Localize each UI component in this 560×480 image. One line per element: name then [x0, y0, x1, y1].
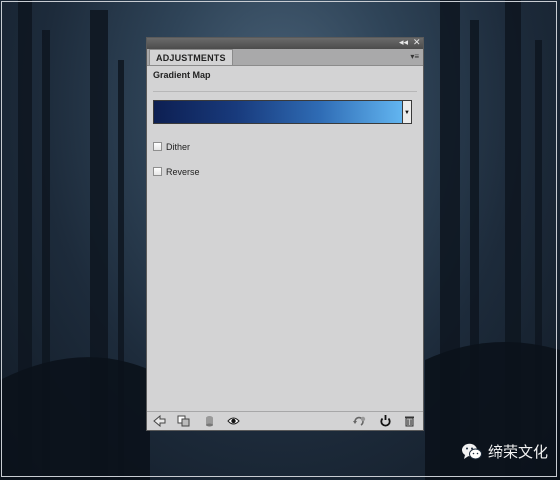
panel-toolbar [147, 411, 423, 430]
adjustment-title: Gradient Map [153, 70, 211, 80]
dither-label: Dither [166, 142, 191, 152]
tab-row: ADJUSTMENTS ▾≡ [147, 49, 423, 66]
clip-to-layer-icon[interactable] [177, 415, 190, 427]
tab-adjustments[interactable]: ADJUSTMENTS [149, 49, 233, 65]
dither-checkbox[interactable] [153, 142, 162, 151]
panel-titlebar[interactable]: ◂◂ ✕ [147, 38, 423, 49]
watermark: 缔荣文化 [461, 441, 553, 463]
layer-mask-icon[interactable] [203, 415, 216, 427]
panel-menu-icon[interactable]: ▾≡ [410, 52, 419, 62]
previous-state-icon[interactable] [353, 415, 366, 427]
back-arrow-icon[interactable] [153, 415, 166, 427]
divider [153, 91, 417, 92]
close-icon[interactable]: ✕ [413, 37, 421, 49]
reverse-label: Reverse [166, 167, 200, 177]
adjustments-panel: ◂◂ ✕ ADJUSTMENTS ▾≡ Gradient Map ▼ Dithe… [146, 37, 424, 431]
collapse-icon[interactable]: ◂◂ [399, 37, 408, 49]
reverse-checkbox[interactable] [153, 167, 162, 176]
eye-visibility-icon[interactable] [227, 415, 240, 427]
gradient-preview[interactable] [153, 100, 403, 124]
reset-icon[interactable] [379, 415, 392, 427]
trash-icon[interactable] [403, 415, 416, 427]
watermark-text: 缔荣文化 [488, 443, 549, 461]
wechat-logo-icon [461, 442, 483, 467]
dropdown-arrow-icon[interactable]: ▼ [403, 100, 412, 124]
